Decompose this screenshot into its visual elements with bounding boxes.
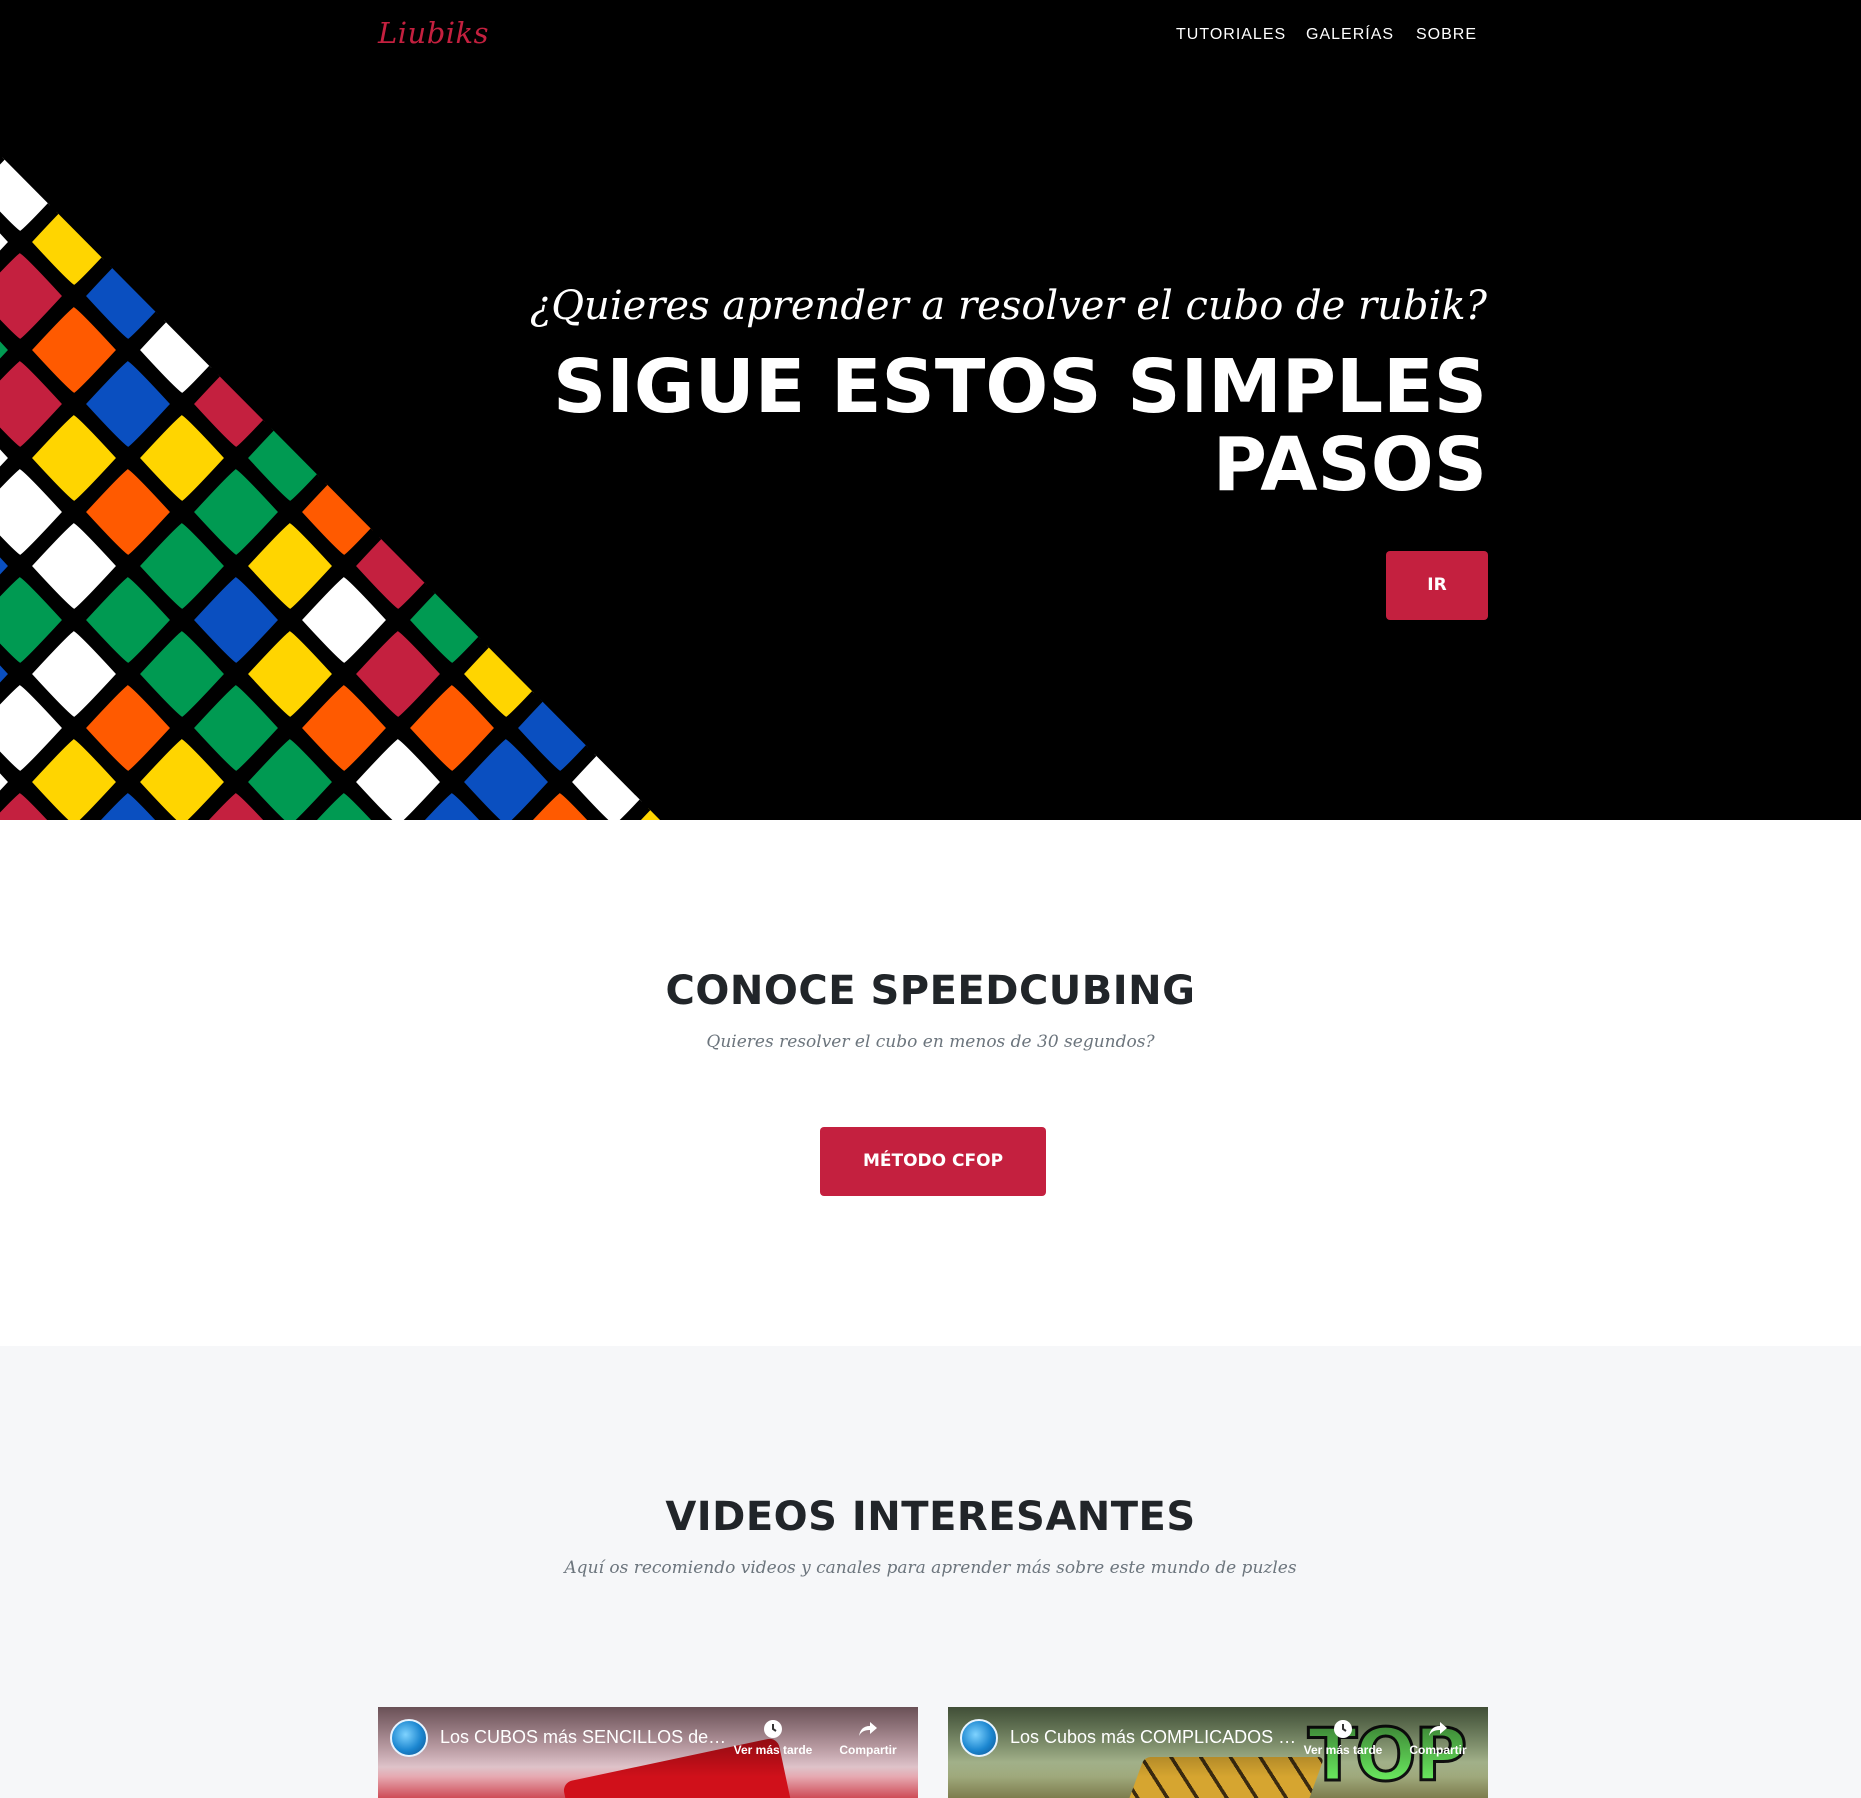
hero-subtitle: ¿Quieres aprender a resolver el cubo de … bbox=[529, 283, 1487, 329]
share-label: Compartir bbox=[839, 1743, 897, 1757]
speedcubing-subheading: Quieres resolver el cubo en menos de 30 … bbox=[706, 1032, 1155, 1052]
video-embed-1[interactable]: Los CUBOS más SENCILLOS del mundo Ver má… bbox=[378, 1707, 918, 1798]
watch-later-button[interactable]: Ver más tarde bbox=[1298, 1717, 1388, 1757]
channel-avatar[interactable] bbox=[390, 1719, 428, 1757]
share-button[interactable]: Compartir bbox=[1393, 1717, 1483, 1757]
watch-later-label: Ver más tarde bbox=[1303, 1743, 1383, 1757]
share-arrow-icon bbox=[1429, 1722, 1447, 1736]
video-embed-2[interactable]: TOP Los Cubos más COMPLICADOS del mundo … bbox=[948, 1707, 1488, 1798]
videos-subheading: Aquí os recomiendo videos y canales para… bbox=[564, 1558, 1297, 1578]
watch-later-label: Ver más tarde bbox=[733, 1743, 813, 1757]
nav-link-galerias[interactable]: GALERÍAS bbox=[1306, 26, 1394, 44]
ir-button[interactable]: IR bbox=[1386, 551, 1488, 620]
watch-later-button[interactable]: Ver más tarde bbox=[728, 1717, 818, 1757]
video-title[interactable]: Los Cubos más COMPLICADOS del mundo bbox=[1010, 1727, 1300, 1748]
clock-icon bbox=[764, 1720, 782, 1738]
metodo-cfop-button[interactable]: MÉTODO CFOP bbox=[820, 1127, 1046, 1196]
hero-text-block: ¿Quieres aprender a resolver el cubo de … bbox=[487, 280, 1487, 504]
share-button[interactable]: Compartir bbox=[823, 1717, 913, 1757]
channel-avatar[interactable] bbox=[960, 1719, 998, 1757]
share-arrow-icon bbox=[859, 1722, 877, 1736]
videos-section: VIDEOS INTERESANTES Aquí os recomiendo v… bbox=[0, 1346, 1861, 1798]
clock-icon bbox=[1334, 1720, 1352, 1738]
hero-title: SIGUE ESTOS SIMPLES PASOS bbox=[487, 348, 1487, 504]
hero-section: Liubiks TUTORIALES GALERÍAS SOBRE ¿Quier… bbox=[0, 0, 1861, 820]
brand-logo[interactable]: Liubiks bbox=[378, 16, 489, 50]
navbar: Liubiks TUTORIALES GALERÍAS SOBRE bbox=[0, 0, 1861, 75]
nav-link-sobre[interactable]: SOBRE bbox=[1416, 26, 1477, 44]
speedcubing-section: CONOCE SPEEDCUBING Quieres resolver el c… bbox=[0, 820, 1861, 1346]
nav-link-tutoriales[interactable]: TUTORIALES bbox=[1176, 26, 1286, 44]
share-label: Compartir bbox=[1409, 1743, 1467, 1757]
hero-title-line2: PASOS bbox=[1212, 422, 1487, 508]
videos-heading: VIDEOS INTERESANTES bbox=[665, 1494, 1196, 1540]
video-title[interactable]: Los CUBOS más SENCILLOS del mundo bbox=[440, 1727, 730, 1748]
speedcubing-heading: CONOCE SPEEDCUBING bbox=[665, 968, 1196, 1014]
hero-title-line1: SIGUE ESTOS SIMPLES bbox=[553, 344, 1487, 430]
